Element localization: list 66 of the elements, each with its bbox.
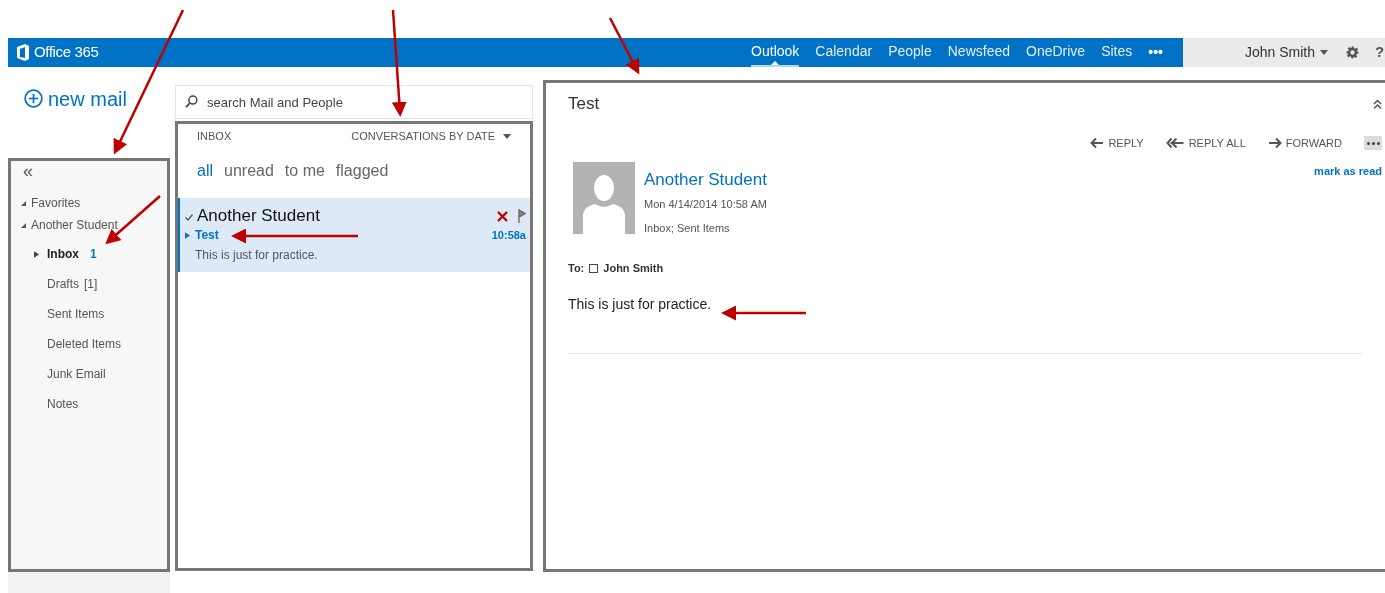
filter-tab[interactable]: flagged <box>335 159 389 183</box>
search-icon <box>185 95 198 108</box>
more-actions-icon[interactable] <box>1364 136 1382 150</box>
expanded-triangle-icon[interactable] <box>21 221 26 229</box>
sender-name[interactable]: Another Student <box>644 170 767 190</box>
filter-tab[interactable]: all <box>197 159 213 183</box>
caret-icon <box>1320 50 1329 55</box>
presence-square-icon <box>589 263 599 273</box>
check-mark-icon[interactable] <box>185 214 193 221</box>
double-left-arrow-icon <box>1165 137 1185 149</box>
mark-as-read-link[interactable]: mark as read <box>1314 163 1382 180</box>
plus-circle-icon <box>24 89 43 108</box>
nav-link[interactable]: OneDrive <box>1026 38 1086 67</box>
folder-heading: INBOX <box>197 128 232 144</box>
search-field[interactable]: search Mail and People <box>175 85 533 119</box>
brand-name[interactable]: Office 365 <box>34 41 99 64</box>
expand-conversation-icon[interactable] <box>185 231 190 239</box>
message-folders: Inbox; Sent Items <box>644 220 731 236</box>
folder-item[interactable]: Inbox <box>47 245 79 263</box>
folder-group-label[interactable]: Favorites <box>31 194 81 212</box>
nav-link[interactable]: Calendar <box>815 38 873 67</box>
unread-count: 1 <box>90 246 97 263</box>
user-menu[interactable]: John Smith <box>1245 42 1316 63</box>
forward-button[interactable]: FORWARD <box>1267 134 1342 152</box>
folder-item[interactable]: Drafts <box>47 275 79 293</box>
delete-icon[interactable] <box>497 210 508 222</box>
message-subject: Test <box>568 93 600 116</box>
office-logo-icon <box>16 44 30 61</box>
nav-link[interactable]: Newsfeed <box>947 38 1010 67</box>
unread-count: [1] <box>84 276 98 293</box>
message-body: This is just for practice. <box>568 294 712 314</box>
more-apps-button[interactable]: ••• <box>1148 42 1163 63</box>
folder-item[interactable]: Junk Email <box>47 365 106 383</box>
right-arrow-icon <box>1267 137 1282 149</box>
message-preview: This is just for practice. <box>195 247 319 264</box>
folder-item[interactable]: Notes <box>47 395 79 413</box>
reply-all-button[interactable]: REPLY ALL <box>1165 134 1246 152</box>
flag-icon[interactable] <box>518 209 526 223</box>
reply-button[interactable]: REPLY <box>1090 134 1144 152</box>
folder-expand-icon[interactable] <box>34 250 39 258</box>
folder-item[interactable]: Sent Items <box>47 305 105 323</box>
new-mail-button[interactable]: new mail <box>24 83 127 114</box>
message-time: 10:58a <box>491 227 526 243</box>
to-label: To: <box>568 261 585 276</box>
folder-item[interactable]: Deleted Items <box>47 335 122 353</box>
sent-date: Mon 4/14/2014 10:58 AM <box>644 197 767 212</box>
annotation-arrow <box>608 17 640 75</box>
message-subject: Test <box>195 227 219 244</box>
filter-tab[interactable]: unread <box>224 159 274 183</box>
sender-name: Another Student <box>197 206 320 226</box>
collapse-button[interactable]: « <box>23 162 33 180</box>
recipient-name[interactable]: John Smith <box>603 260 664 277</box>
nav-link[interactable]: Outlook <box>751 38 800 67</box>
collapse-up-icon[interactable] <box>1373 98 1382 110</box>
folder-group-label[interactable]: Another Student <box>31 216 118 234</box>
nav-link[interactable]: Sites <box>1101 38 1133 67</box>
settings-icon[interactable] <box>1346 46 1360 59</box>
message-row[interactable]: Another Student Test 10:58a This is just for practice. <box>178 198 530 272</box>
sort-dropdown[interactable]: CONVERSATIONS BY DATE <box>351 127 511 145</box>
expanded-triangle-icon[interactable] <box>21 199 26 207</box>
nav-link[interactable]: People <box>888 38 932 67</box>
avatar-placeholder-icon <box>573 162 635 234</box>
left-arrow-icon <box>1090 137 1105 149</box>
filter-tab[interactable]: to me <box>284 159 325 183</box>
caret-icon <box>503 133 511 139</box>
help-button[interactable]: ? <box>1375 41 1385 64</box>
